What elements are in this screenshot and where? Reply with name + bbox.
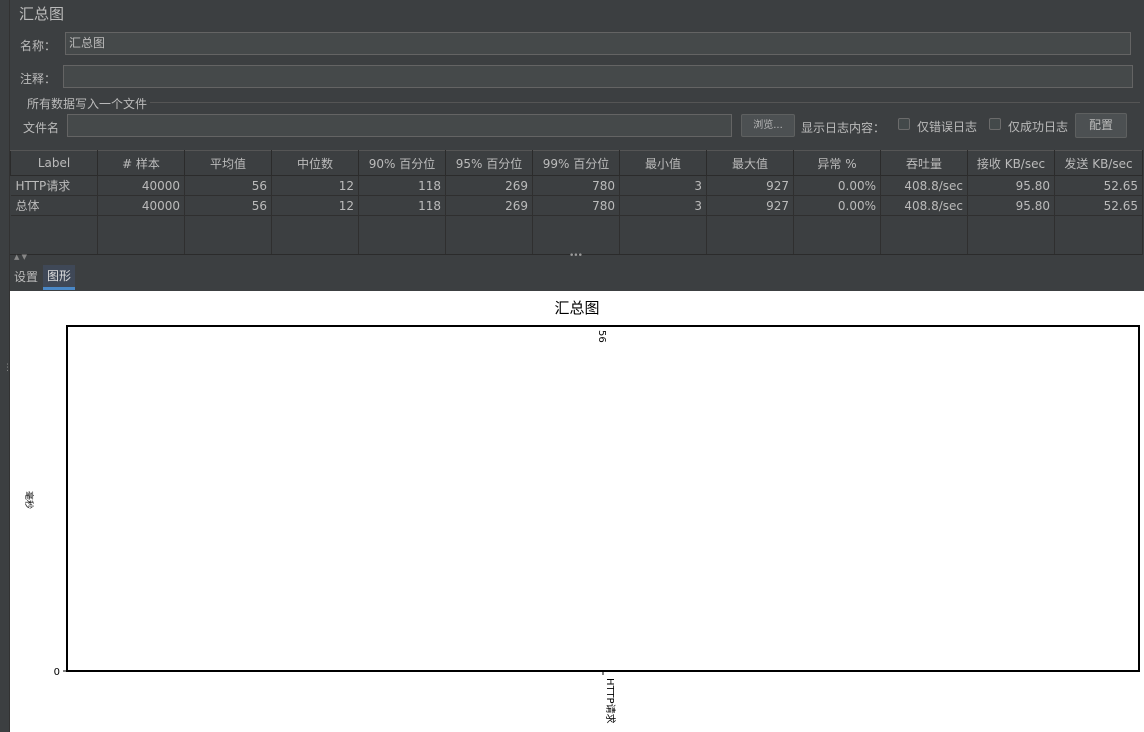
file-group-title: 所有数据写入一个文件 — [27, 97, 148, 111]
column-header[interactable]: 最小值 — [619, 150, 707, 176]
table-row[interactable]: HTTP请求 40000 56 12 118 269 780 3 927 0.0… — [10, 175, 1143, 196]
collapse-arrows-icon[interactable]: ▲ ▼ — [14, 253, 27, 261]
table-empty-row — [10, 215, 1143, 255]
table-cell: 3 — [619, 175, 707, 196]
column-header[interactable]: 吞吐量 — [880, 150, 968, 176]
name-field[interactable]: 汇总图 — [65, 32, 1131, 55]
errors-only-label: 仅错误日志 — [917, 120, 978, 134]
table-cell: 40000 — [97, 175, 185, 196]
chart-panel: 汇总图 毫秒 56 HTTP请求 0 — [10, 291, 1144, 732]
table-cell: 408.8/sec — [880, 195, 968, 216]
column-header[interactable]: 最大值 — [706, 150, 794, 176]
filename-field[interactable] — [67, 114, 732, 137]
drag-handle-icon[interactable]: ⋮ — [3, 364, 12, 380]
table-cell: 3 — [619, 195, 707, 216]
x-tick-label: HTTP请求 — [604, 678, 617, 724]
panel-title: 汇总图 — [19, 5, 65, 23]
log-content-label: 显示日志内容： — [801, 121, 886, 135]
table-cell: HTTP请求 — [10, 175, 98, 196]
column-header[interactable]: Label — [10, 150, 98, 176]
column-header[interactable]: 平均值 — [184, 150, 272, 176]
data-label: 56 — [596, 330, 607, 343]
comment-field[interactable] — [63, 65, 1133, 88]
table-cell: 95.80 — [967, 195, 1055, 216]
table-cell: 52.65 — [1054, 195, 1143, 216]
table-cell: 12 — [271, 195, 359, 216]
split-pane-divider[interactable]: ▲ ▼ ••• — [10, 251, 1142, 263]
group-divider — [150, 102, 1140, 103]
y-tick-label: 0 — [54, 667, 60, 678]
table-cell: 118 — [358, 175, 446, 196]
table-cell: 269 — [445, 175, 533, 196]
table-cell: 56 — [184, 195, 272, 216]
table-cell: 118 — [358, 195, 446, 216]
table-cell: 56 — [184, 175, 272, 196]
table-cell: 52.65 — [1054, 175, 1143, 196]
table-cell: 269 — [445, 195, 533, 216]
table-header-row: Label # 样本 平均值 中位数 90% 百分位 95% 百分位 99% 百… — [10, 150, 1143, 176]
table-cell: 12 — [271, 175, 359, 196]
name-label: 名称： — [20, 39, 57, 53]
errors-only-checkbox[interactable] — [898, 118, 910, 130]
table-cell: 总体 — [10, 195, 98, 216]
config-button[interactable]: 配置 — [1075, 113, 1127, 138]
column-header[interactable]: 异常 % — [793, 150, 881, 176]
tab-bar: 设置 图形 — [10, 265, 1144, 290]
column-header[interactable]: 发送 KB/sec — [1054, 150, 1143, 176]
filename-label: 文件名 — [23, 121, 60, 135]
success-only-checkbox[interactable] — [989, 118, 1001, 130]
chart-svg: 56 HTTP请求 0 — [54, 325, 1140, 724]
table-cell: 927 — [706, 195, 794, 216]
plot-frame — [66, 325, 1140, 672]
table-cell: 0.00% — [793, 195, 881, 216]
table-cell: 408.8/sec — [880, 175, 968, 196]
success-only-label: 仅成功日志 — [1008, 120, 1069, 134]
comment-label: 注释： — [20, 72, 57, 86]
table-cell: 0.00% — [793, 175, 881, 196]
drag-dots-icon[interactable]: ••• — [569, 251, 583, 261]
table-row[interactable]: 总体 40000 56 12 118 269 780 3 927 0.00% 4… — [10, 195, 1143, 216]
table-cell: 40000 — [97, 195, 185, 216]
tab-settings[interactable]: 设置 — [10, 265, 42, 289]
column-header[interactable]: 95% 百分位 — [445, 150, 533, 176]
table-cell: 780 — [532, 195, 620, 216]
table-cell: 927 — [706, 175, 794, 196]
column-header[interactable]: 99% 百分位 — [532, 150, 620, 176]
column-header[interactable]: 中位数 — [271, 150, 359, 176]
column-header[interactable]: # 样本 — [97, 150, 185, 176]
column-header[interactable]: 接收 KB/sec — [967, 150, 1055, 176]
browse-button[interactable]: 浏览... — [741, 114, 795, 137]
tab-graph[interactable]: 图形 — [43, 265, 76, 290]
results-table: Label # 样本 平均值 中位数 90% 百分位 95% 百分位 99% 百… — [10, 150, 1143, 255]
table-cell: 780 — [532, 175, 620, 196]
column-header[interactable]: 90% 百分位 — [358, 150, 446, 176]
table-cell: 95.80 — [967, 175, 1055, 196]
